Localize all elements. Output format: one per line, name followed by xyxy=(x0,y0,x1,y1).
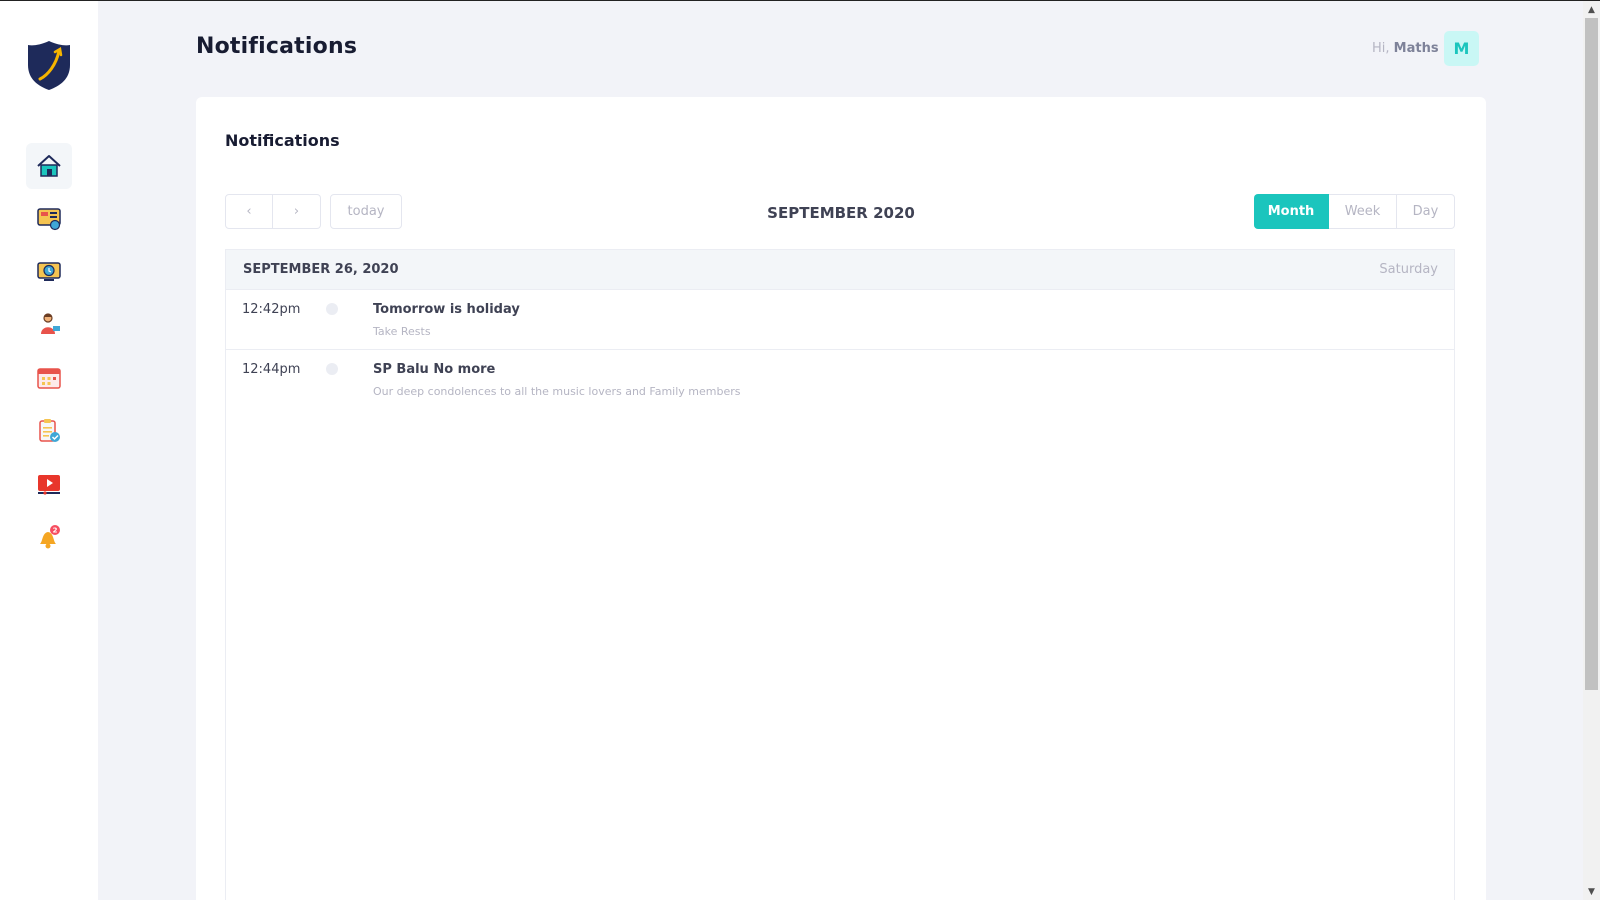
window-top-border xyxy=(0,0,1600,1)
event-description: Our deep condolences to all the music lo… xyxy=(373,385,741,398)
event-title: SP Balu No more xyxy=(373,362,496,377)
notifications-card: Notifications ‹ › today SEPTEMBER 2020 M… xyxy=(196,97,1486,900)
notification-badge: 2 xyxy=(53,527,58,535)
sidebar-item-reports[interactable] xyxy=(26,195,72,241)
greeting-prefix: Hi, xyxy=(1372,41,1390,56)
event-description: Take Rests xyxy=(373,325,431,338)
sidebar-item-teachers[interactable] xyxy=(26,301,72,347)
avatar[interactable]: M xyxy=(1444,31,1479,66)
clipboard-check-icon xyxy=(39,419,60,442)
prev-button[interactable]: ‹ xyxy=(225,194,273,229)
shield-logo-icon[interactable] xyxy=(26,39,72,91)
day-date: SEPTEMBER 26, 2020 xyxy=(243,262,399,277)
page-title: Notifications xyxy=(196,34,358,59)
list-item[interactable]: 12:44pm SP Balu No more Our deep condole… xyxy=(226,350,1454,410)
event-dot-icon xyxy=(326,363,338,375)
home-icon xyxy=(37,155,61,177)
sidebar-item-tasks[interactable] xyxy=(26,408,72,454)
event-time: 12:44pm xyxy=(242,362,301,377)
user-name: Maths xyxy=(1393,41,1439,56)
list-day-header: SEPTEMBER 26, 2020 Saturday xyxy=(226,250,1454,290)
calendar-icon xyxy=(37,368,61,389)
user-greeting: Hi, Maths xyxy=(1372,41,1439,56)
view-week-button[interactable]: Week xyxy=(1329,194,1397,229)
day-name: Saturday xyxy=(1379,262,1438,277)
sidebar-item-home[interactable] xyxy=(26,143,72,189)
sidebar-item-schedule[interactable] xyxy=(26,248,72,294)
event-title: Tomorrow is holiday xyxy=(373,302,520,317)
event-time: 12:42pm xyxy=(242,302,301,317)
event-list: SEPTEMBER 26, 2020 Saturday 12:42pm Tomo… xyxy=(225,249,1455,900)
sidebar-item-notifications[interactable]: 2 xyxy=(26,515,72,561)
monitor-clock-icon xyxy=(37,262,61,281)
scroll-up-icon[interactable]: ▲ xyxy=(1583,1,1600,18)
today-button[interactable]: today xyxy=(330,194,402,229)
event-dot-icon xyxy=(326,303,338,315)
calendar-nav-group: ‹ › xyxy=(225,194,321,229)
next-button[interactable]: › xyxy=(273,194,321,229)
view-day-button[interactable]: Day xyxy=(1397,194,1455,229)
calendar-period-title: SEPTEMBER 2020 xyxy=(767,204,915,222)
video-play-icon xyxy=(38,475,60,495)
sidebar-item-calendar[interactable] xyxy=(26,355,72,401)
card-title: Notifications xyxy=(225,131,340,150)
scroll-down-icon[interactable]: ▼ xyxy=(1583,883,1600,900)
list-item[interactable]: 12:42pm Tomorrow is holiday Take Rests xyxy=(226,290,1454,350)
scroll-thumb[interactable] xyxy=(1585,18,1598,690)
view-switcher: Month Week Day xyxy=(1254,194,1455,229)
bell-icon: 2 xyxy=(40,525,60,549)
page-scrollbar[interactable]: ▲ ▼ xyxy=(1583,1,1600,900)
dashboard-report-icon xyxy=(37,208,61,231)
sidebar: 2 xyxy=(0,1,98,900)
sidebar-item-videos[interactable] xyxy=(26,461,72,507)
teacher-icon xyxy=(41,313,60,334)
view-month-button[interactable]: Month xyxy=(1254,194,1329,229)
